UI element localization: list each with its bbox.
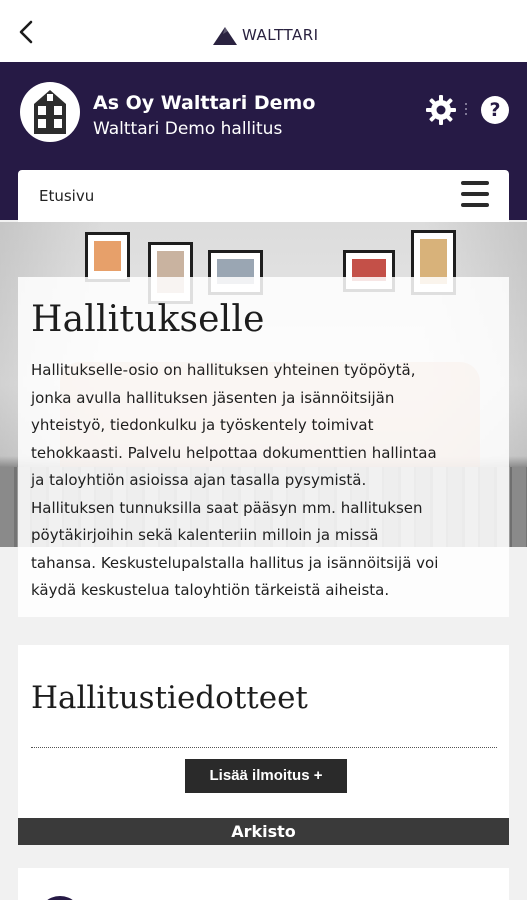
- intro-line: Hallituksen tunnuksilla saat pääsyn mm. …: [31, 498, 423, 517]
- avatar: [38, 896, 82, 900]
- menu-button[interactable]: [461, 181, 491, 209]
- mountain-logo-icon: [213, 27, 237, 45]
- intro-title: Hallitukselle: [31, 299, 265, 340]
- hamburger-menu-icon: [461, 192, 489, 196]
- walttari-logo: WALTTARI: [213, 24, 319, 46]
- intro-line: Hallitukselle-osio on hallituksen yhtein…: [31, 361, 416, 379]
- logo-text: WALTTARI: [242, 26, 319, 44]
- intro-line: yhteistyö, tiedonkulku ja työskentely to…: [31, 416, 374, 434]
- intro-line: tehokkaasti. Palvelu helpottaa dokumentt…: [31, 443, 437, 462]
- hamburger-menu-icon: [461, 203, 489, 207]
- add-announcement-button[interactable]: Lisää ilmoitus +: [185, 759, 347, 793]
- settings-button[interactable]: [425, 94, 457, 126]
- org-name: As Oy Walttari Demo: [93, 92, 316, 114]
- archive-link[interactable]: Arkisto: [18, 818, 509, 845]
- top-bar: WALTTARI: [0, 0, 527, 62]
- intro-line: pöytäkirjoihin sekä kalenteriin milloin …: [31, 526, 379, 544]
- hamburger-menu-icon: [461, 181, 489, 185]
- help-button[interactable]: ?: [481, 96, 509, 124]
- section-divider: [31, 747, 497, 748]
- current-page-label: Etusivu: [39, 187, 95, 205]
- intro-text: Hallitukselle-osio on hallituksen yhtein…: [31, 357, 506, 605]
- announcements-card: Hallitustiedotteet Lisää ilmoitus + Arki…: [18, 645, 509, 845]
- chevron-left-icon: [19, 20, 33, 44]
- header-divider: [465, 103, 467, 117]
- org-subtitle: Walttari Demo hallitus: [93, 119, 283, 139]
- intro-line: tahansa. Keskustelupalstalla hallitus ja…: [31, 553, 439, 572]
- intro-line: ja taloyhtiön asioissa ajan tasalla pysy…: [31, 471, 367, 489]
- next-card: [18, 868, 509, 900]
- intro-line: käydä keskustelua taloyhtiön tärkeistä a…: [31, 581, 390, 599]
- announcements-title: Hallitustiedotteet: [31, 680, 308, 716]
- back-button[interactable]: [14, 18, 42, 46]
- intro-line: jonka avulla hallituksen jäsenten ja isä…: [31, 388, 395, 407]
- gear-icon: [426, 95, 456, 125]
- building-icon: [34, 90, 66, 134]
- intro-card: Hallitukselle Hallitukselle-osio on hall…: [18, 277, 509, 617]
- org-avatar: [20, 82, 80, 142]
- picture-frame: [85, 232, 130, 282]
- page-nav-bar: Etusivu: [18, 170, 509, 222]
